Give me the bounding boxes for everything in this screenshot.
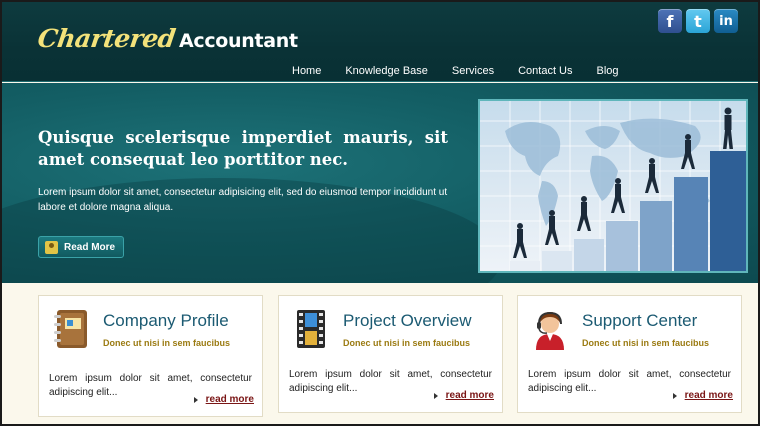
twitter-icon[interactable]: t bbox=[686, 9, 710, 33]
banner-heading: Quisque scelerisque imperdiet mauris, si… bbox=[38, 128, 448, 169]
nav-item-contact-us[interactable]: Contact Us bbox=[506, 65, 584, 77]
linkedin-icon[interactable]: in bbox=[714, 9, 738, 33]
read-more-label: Read More bbox=[64, 241, 116, 253]
card-company-profile: Company Profile Donec ut nisi in sem fau… bbox=[38, 295, 263, 417]
hero-banner: Quisque scelerisque imperdiet mauris, si… bbox=[2, 83, 758, 283]
facebook-icon[interactable]: f bbox=[658, 9, 682, 33]
page-frame: Chartered Accountant f t in Home Knowledg… bbox=[0, 0, 760, 426]
support-agent-icon bbox=[530, 308, 570, 350]
logo-script-text: Chartered bbox=[35, 24, 178, 53]
card-title: Project Overview bbox=[343, 311, 472, 330]
card-subtitle: Donec ut nisi in sem faucibus bbox=[343, 338, 471, 348]
banner-text: Lorem ipsum dolor sit amet, consectetur … bbox=[38, 187, 448, 213]
read-more-link[interactable]: read more bbox=[194, 394, 254, 405]
nav-item-services[interactable]: Services bbox=[440, 65, 506, 77]
card-project-overview: Project Overview Donec ut nisi in sem fa… bbox=[278, 295, 503, 413]
card-support-center: Support Center Donec ut nisi in sem fauc… bbox=[517, 295, 742, 413]
banner-photo bbox=[478, 99, 748, 273]
business-growth-illustration bbox=[480, 101, 746, 271]
card-title: Company Profile bbox=[103, 311, 229, 330]
read-more-link[interactable]: read more bbox=[434, 390, 494, 401]
site-header: Chartered Accountant f t in Home Knowledg… bbox=[2, 2, 758, 82]
nav-item-blog[interactable]: Blog bbox=[585, 65, 631, 77]
card-subtitle: Donec ut nisi in sem faucibus bbox=[582, 338, 710, 348]
read-more-button[interactable]: Read More bbox=[38, 236, 124, 258]
notebook-icon bbox=[51, 308, 91, 350]
card-title: Support Center bbox=[582, 311, 698, 330]
nav-item-knowledge-base[interactable]: Knowledge Base bbox=[333, 65, 440, 77]
main-nav: Home Knowledge Base Services Contact Us … bbox=[280, 65, 631, 77]
user-icon bbox=[45, 240, 58, 254]
logo-text: Accountant bbox=[178, 30, 298, 52]
nav-item-home[interactable]: Home bbox=[280, 65, 333, 77]
site-logo[interactable]: Chartered Accountant bbox=[35, 24, 298, 54]
social-links: f t in bbox=[658, 9, 738, 33]
read-more-link[interactable]: read more bbox=[673, 390, 733, 401]
film-strip-icon bbox=[291, 308, 331, 350]
card-subtitle: Donec ut nisi in sem faucibus bbox=[103, 338, 231, 348]
